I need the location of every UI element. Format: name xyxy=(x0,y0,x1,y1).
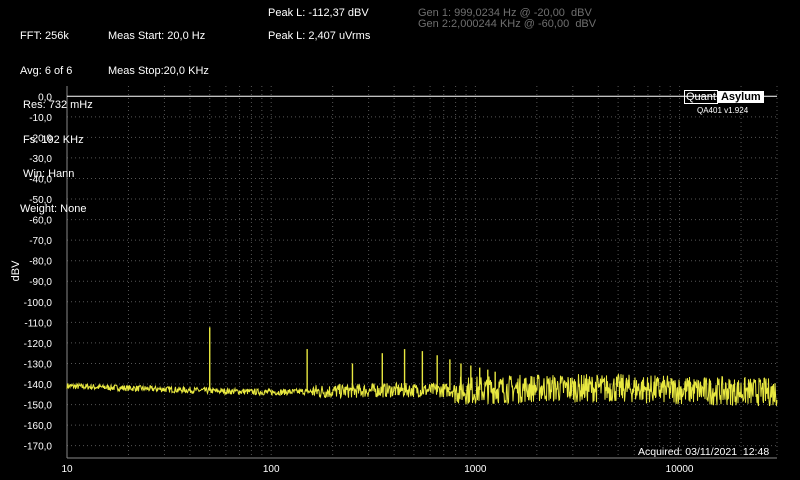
meas-start: Meas Start: 20,0 Hz xyxy=(108,30,206,42)
x-tick-label: 1000 xyxy=(464,464,487,475)
fft-size: FFT: 256k xyxy=(20,30,69,42)
fft-info: FFT: 256k Avg: 6 of 6 Res: 732 mHz Fs: 1… xyxy=(20,8,93,227)
y-tick-label: -170,0 xyxy=(24,442,53,453)
measurement-range: Meas Start: 20,0 Hz Meas Stop:20,0 KHz xyxy=(108,8,209,89)
logo-part-quant: Quant xyxy=(684,90,718,104)
version-label: QA401 v1.924 xyxy=(697,106,749,115)
x-tick-label: 10000 xyxy=(666,464,694,475)
quantasylum-logo: Quant Asylum xyxy=(684,90,764,104)
peak-vrms: Peak L: 2,407 uVrms xyxy=(268,30,371,42)
peak-dbv: Peak L: -112,37 dBV xyxy=(268,7,369,19)
y-tick-label: -100,0 xyxy=(24,298,53,309)
y-tick-label: -130,0 xyxy=(24,359,53,370)
y-tick-label: -150,0 xyxy=(24,401,53,412)
y-tick-label: -80,0 xyxy=(29,257,52,268)
y-tick-label: -120,0 xyxy=(24,339,53,350)
x-tick-label: 10 xyxy=(61,464,73,475)
grid xyxy=(66,86,778,459)
logo-part-asylum: Asylum xyxy=(717,91,764,103)
resolution: Res: 732 mHz xyxy=(20,99,93,111)
y-tick-label: -90,0 xyxy=(29,277,52,288)
avg-count: Avg: 6 of 6 xyxy=(20,64,73,77)
generator-2: Gen 2:2,000244 KHz @ -60,00 dBV xyxy=(418,18,597,30)
weighting: Weight: None xyxy=(20,202,87,215)
y-axis-label: dBV xyxy=(10,260,22,281)
y-tick-label: -110,0 xyxy=(24,318,52,329)
y-tick-label: -70,0 xyxy=(29,236,52,247)
acquired-timestamp: Acquired: 03/11/2021 12:48 xyxy=(638,446,770,458)
tick-labels: 0,0-10,0-20,0-30,0-40,0-50,0-60,0-70,0-8… xyxy=(24,92,694,475)
y-tick-label: -140,0 xyxy=(24,380,53,391)
y-tick-label: -160,0 xyxy=(24,421,53,432)
x-tick-label: 100 xyxy=(263,464,280,475)
sample-rate: Fs: 192 KHz xyxy=(20,133,84,146)
window-type: Win: Hann xyxy=(20,168,75,180)
meas-stop: Meas Stop:20,0 KHz xyxy=(108,64,209,77)
